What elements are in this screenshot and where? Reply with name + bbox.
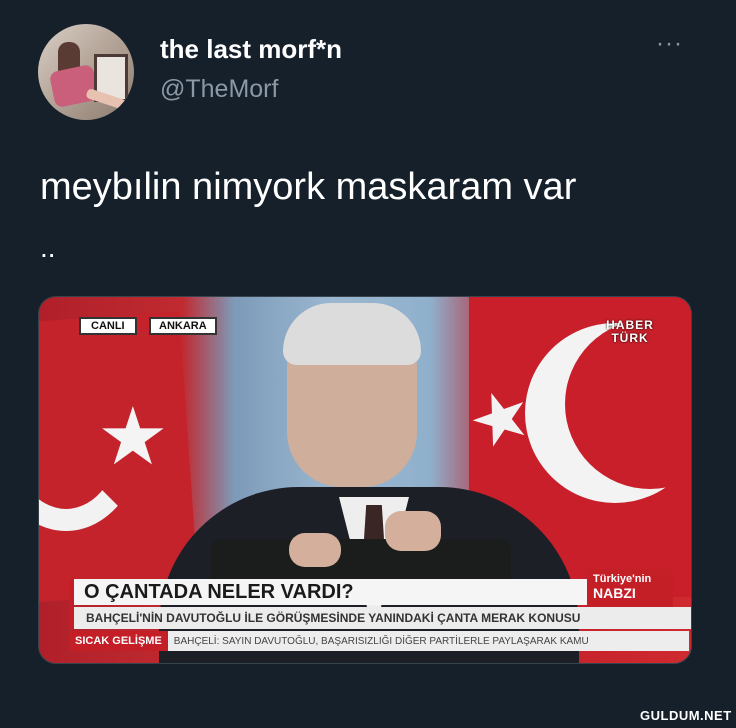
news-subheadline: BAHÇELİ'NİN DAVUTOĞLU İLE GÖRÜŞMESİNDE Y… <box>69 607 691 629</box>
person-hair <box>283 303 421 365</box>
person-hand-right <box>385 511 441 551</box>
avatar[interactable] <box>38 24 134 120</box>
program-badge: Türkiye'nin NABZI <box>587 569 673 609</box>
tweet-text-continued: .. <box>40 232 56 263</box>
avatar-figure-dress <box>48 63 100 109</box>
news-headline: O ÇANTADA NELER VARDI? <box>69 579 604 605</box>
program-badge-line1: Türkiye'nin <box>593 573 652 585</box>
program-badge-line2: NABZI <box>593 585 636 601</box>
channel-logo-line2: TÜRK <box>611 331 649 345</box>
watermark: GULDUM.NET <box>640 708 732 723</box>
ticker-label: SICAK GELİŞME <box>69 631 168 651</box>
more-options-icon[interactable]: ··· <box>656 30 683 58</box>
live-tag: CANLI <box>79 317 137 335</box>
tweet-text: meybılin nimyork maskaram var <box>40 166 577 208</box>
tweet-media-image[interactable]: ★ ★ CANLI ANKARA HABER TÜRK O ÇANTADA NE… <box>38 296 692 664</box>
display-name[interactable]: the last morf*n <box>160 34 342 65</box>
person-hand-left <box>289 533 341 567</box>
user-handle[interactable]: @TheMorf <box>160 75 278 104</box>
star-icon-left: ★ <box>97 392 169 481</box>
location-tag: ANKARA <box>149 317 217 335</box>
channel-logo: HABER TÜRK <box>601 319 659 345</box>
tweet-card: the last morf*n @TheMorf ··· meybılin ni… <box>0 0 736 728</box>
ticker-text: BAHÇELİ: SAYIN DAVUTOĞLU, BAŞARISIZLIĞI … <box>173 636 589 647</box>
news-ticker: SICAK GELİŞME BAHÇELİ: SAYIN DAVUTOĞLU, B… <box>69 631 689 651</box>
